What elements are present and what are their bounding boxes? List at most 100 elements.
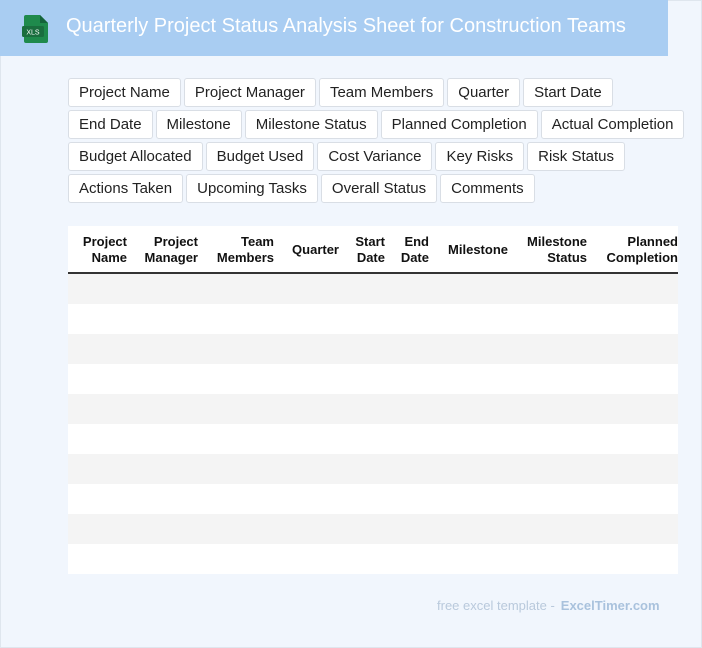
table-cell[interactable] xyxy=(429,454,508,484)
table-cell[interactable] xyxy=(587,454,678,484)
table-cell[interactable] xyxy=(68,454,127,484)
table-cell[interactable] xyxy=(68,364,127,394)
table-cell[interactable] xyxy=(385,514,429,544)
table-cell[interactable] xyxy=(339,544,385,574)
table-cell[interactable] xyxy=(429,304,508,334)
table-cell[interactable] xyxy=(385,484,429,514)
table-cell[interactable] xyxy=(68,544,127,574)
table-cell[interactable] xyxy=(274,334,339,364)
table-cell[interactable] xyxy=(385,273,429,304)
field-chip: Quarter xyxy=(447,78,521,107)
table-cell[interactable] xyxy=(508,364,587,394)
column-header: Milestone xyxy=(429,226,508,274)
table-cell[interactable] xyxy=(274,454,339,484)
column-header: Planned Completion xyxy=(587,226,678,274)
footer-brand-link[interactable]: ExcelTimer.com xyxy=(561,598,660,613)
table-cell[interactable] xyxy=(508,514,587,544)
table-cell[interactable] xyxy=(385,304,429,334)
table-cell[interactable] xyxy=(127,514,198,544)
table-cell[interactable] xyxy=(385,544,429,574)
table-cell[interactable] xyxy=(68,334,127,364)
table-cell[interactable] xyxy=(274,484,339,514)
table-cell[interactable] xyxy=(198,304,274,334)
table-cell[interactable] xyxy=(429,514,508,544)
table-cell[interactable] xyxy=(274,364,339,394)
table-cell[interactable] xyxy=(508,424,587,454)
field-chip: Overall Status xyxy=(320,174,438,203)
table-cell[interactable] xyxy=(127,394,198,424)
table-cell[interactable] xyxy=(339,364,385,394)
table-cell[interactable] xyxy=(127,454,198,484)
table-cell[interactable] xyxy=(508,454,587,484)
table-cell[interactable] xyxy=(339,334,385,364)
table-cell[interactable] xyxy=(68,273,127,304)
table-cell[interactable] xyxy=(339,484,385,514)
table-cell[interactable] xyxy=(429,394,508,424)
title-banner: XLS Quarterly Project Status Analysis Sh… xyxy=(0,0,668,56)
table-cell[interactable] xyxy=(198,273,274,304)
table-cell[interactable] xyxy=(587,273,678,304)
table-cell[interactable] xyxy=(127,364,198,394)
table-cell[interactable] xyxy=(127,334,198,364)
table-cell[interactable] xyxy=(429,334,508,364)
field-chip: Budget Used xyxy=(205,142,315,171)
table-cell[interactable] xyxy=(127,304,198,334)
table-cell[interactable] xyxy=(198,364,274,394)
table-cell[interactable] xyxy=(127,273,198,304)
table-cell[interactable] xyxy=(198,454,274,484)
table-cell[interactable] xyxy=(198,394,274,424)
table-cell[interactable] xyxy=(198,514,274,544)
table-cell[interactable] xyxy=(274,394,339,424)
table-cell[interactable] xyxy=(339,394,385,424)
table-cell[interactable] xyxy=(508,484,587,514)
table-cell[interactable] xyxy=(274,304,339,334)
table-cell[interactable] xyxy=(385,334,429,364)
table-cell[interactable] xyxy=(339,273,385,304)
table-cell[interactable] xyxy=(68,484,127,514)
table-cell[interactable] xyxy=(508,544,587,574)
xls-icon-label: XLS xyxy=(26,30,40,37)
table-row xyxy=(68,304,678,334)
table-cell[interactable] xyxy=(587,364,678,394)
table-cell[interactable] xyxy=(587,304,678,334)
table-cell[interactable] xyxy=(127,544,198,574)
table-cell[interactable] xyxy=(339,424,385,454)
table-cell[interactable] xyxy=(587,514,678,544)
table-cell[interactable] xyxy=(508,304,587,334)
table-cell[interactable] xyxy=(339,514,385,544)
table-cell[interactable] xyxy=(339,304,385,334)
table-cell[interactable] xyxy=(68,304,127,334)
table-cell[interactable] xyxy=(508,394,587,424)
table-cell[interactable] xyxy=(429,544,508,574)
table-cell[interactable] xyxy=(587,544,678,574)
table-cell[interactable] xyxy=(587,334,678,364)
data-table: Project Name Project Manager Team Members Quar… xyxy=(68,226,678,574)
table-cell[interactable] xyxy=(385,394,429,424)
table-cell[interactable] xyxy=(587,424,678,454)
table-cell[interactable] xyxy=(339,454,385,484)
table-cell[interactable] xyxy=(274,424,339,454)
table-cell[interactable] xyxy=(274,544,339,574)
table-cell[interactable] xyxy=(385,364,429,394)
table-cell[interactable] xyxy=(274,514,339,544)
table-cell[interactable] xyxy=(68,424,127,454)
table-cell[interactable] xyxy=(429,273,508,304)
table-cell[interactable] xyxy=(127,484,198,514)
table-cell[interactable] xyxy=(385,454,429,484)
table-cell[interactable] xyxy=(198,544,274,574)
table-cell[interactable] xyxy=(508,273,587,304)
table-cell[interactable] xyxy=(587,394,678,424)
table-cell[interactable] xyxy=(127,424,198,454)
table-cell[interactable] xyxy=(198,424,274,454)
table-cell[interactable] xyxy=(198,334,274,364)
table-cell[interactable] xyxy=(587,484,678,514)
table-cell[interactable] xyxy=(385,424,429,454)
table-cell[interactable] xyxy=(68,394,127,424)
table-cell[interactable] xyxy=(274,273,339,304)
table-cell[interactable] xyxy=(508,334,587,364)
table-cell[interactable] xyxy=(429,364,508,394)
table-cell[interactable] xyxy=(68,514,127,544)
table-cell[interactable] xyxy=(429,424,508,454)
table-cell[interactable] xyxy=(198,484,274,514)
table-cell[interactable] xyxy=(429,484,508,514)
